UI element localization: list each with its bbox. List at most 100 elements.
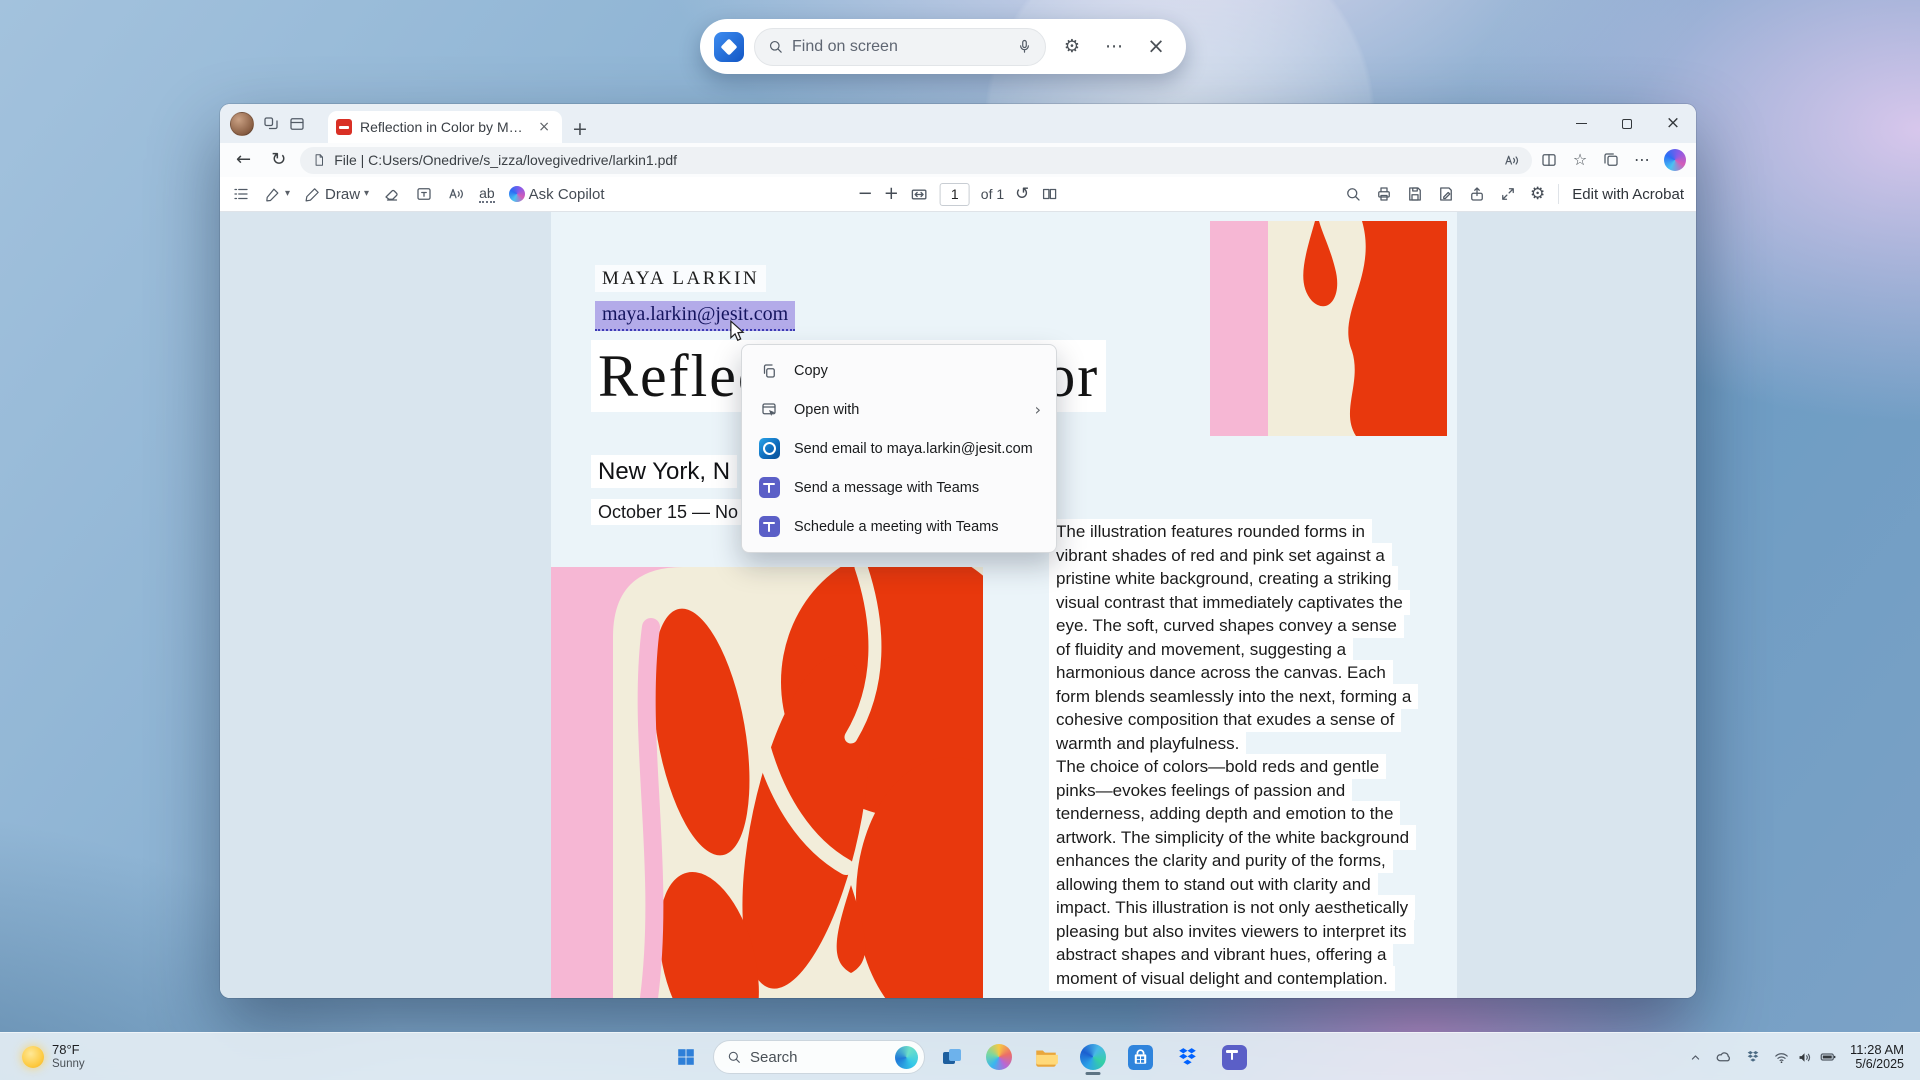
bing-icon: [895, 1046, 918, 1069]
page-count-label: of 1: [981, 186, 1004, 202]
pdf-toolbar: ▾ Draw ▾ ab Ask Copilot − +: [220, 177, 1696, 212]
find-search-input[interactable]: [792, 38, 1008, 56]
clock[interactable]: 11:28 AM 5/6/2025: [1844, 1042, 1912, 1073]
copilot-icon: [986, 1044, 1012, 1070]
doc-email-link[interactable]: maya.larkin@jesit.com: [595, 301, 795, 331]
settings-icon[interactable]: ⚙: [1056, 31, 1088, 63]
dropbox-tray-button[interactable]: [1740, 1040, 1766, 1074]
address-bar: ← ↻ File | C:Users/Onedrive/s_izza/loveg…: [220, 143, 1696, 177]
save-icon[interactable]: [1406, 185, 1424, 203]
text-tool-icon[interactable]: [415, 185, 433, 203]
spellcheck-button[interactable]: ab: [479, 185, 495, 203]
copilot-taskbar-button[interactable]: [979, 1037, 1019, 1077]
teams-icon: [759, 477, 780, 498]
copilot-mini-icon: [509, 186, 525, 202]
tray-chevron-button[interactable]: [1683, 1040, 1708, 1074]
copilot-icon[interactable]: [1664, 149, 1686, 171]
doc-paragraph-2: The choice of colors—bold reds and gentl…: [1049, 755, 1415, 990]
task-view-icon: [940, 1045, 964, 1069]
more-options-button[interactable]: ⋯: [1098, 31, 1130, 63]
zoom-out-button[interactable]: −: [858, 185, 873, 203]
new-tab-button[interactable]: +: [562, 116, 598, 143]
draw-label: Draw: [325, 186, 360, 203]
doc-location: New York, N: [591, 458, 737, 486]
taskbar-search[interactable]: Search: [713, 1040, 925, 1074]
search-icon: [767, 38, 784, 55]
profile-avatar[interactable]: [230, 112, 254, 136]
close-find-button[interactable]: ×: [1140, 31, 1172, 63]
maximize-button[interactable]: [1604, 104, 1650, 143]
eraser-icon[interactable]: [383, 185, 401, 203]
workspaces-icon[interactable]: [262, 115, 280, 133]
start-button[interactable]: [666, 1037, 706, 1077]
weather-condition: Sunny: [52, 1058, 85, 1071]
pdf-search-icon[interactable]: [1344, 185, 1362, 203]
browser-tab[interactable]: Reflection in Color by Maya Larkin ×: [328, 111, 562, 143]
tab-title: Reflection in Color by Maya Larkin: [360, 119, 526, 135]
share-icon[interactable]: [1468, 185, 1486, 203]
read-aloud-pdf-icon[interactable]: [447, 185, 465, 203]
battery-icon: [1819, 1048, 1837, 1066]
fit-width-icon[interactable]: [910, 185, 929, 204]
page-view-icon[interactable]: [1040, 185, 1058, 203]
menu-item-teams-meeting[interactable]: Schedule a meeting with Teams: [747, 507, 1051, 546]
read-aloud-icon[interactable]: [1503, 152, 1520, 169]
search-icon: [726, 1049, 742, 1065]
pen-tool-button[interactable]: ▾: [264, 186, 290, 203]
tab-close-button[interactable]: ×: [534, 118, 554, 136]
pdf-page: MAYA LARKIN maya.larkin@jesit.com Reflec…: [551, 212, 1457, 998]
wifi-icon: [1773, 1049, 1790, 1066]
find-search-field[interactable]: [754, 28, 1046, 66]
teams-taskbar-button[interactable]: [1214, 1037, 1254, 1077]
teams-icon: [759, 516, 780, 537]
back-button[interactable]: ←: [230, 149, 257, 171]
favorites-star-icon[interactable]: ☆: [1566, 146, 1594, 174]
chevron-down-icon: ▾: [364, 189, 369, 199]
pdf-settings-gear-icon[interactable]: ⚙: [1530, 186, 1545, 203]
clock-time: 11:28 AM: [1850, 1042, 1904, 1058]
doc-dates: October 15 — No: [591, 502, 745, 523]
toolbar-divider: [1558, 184, 1559, 204]
tab-actions-icon[interactable]: [288, 115, 306, 133]
close-window-button[interactable]: ×: [1650, 104, 1696, 143]
outlook-icon: [759, 438, 780, 459]
mic-icon[interactable]: [1016, 38, 1033, 55]
zoom-in-button[interactable]: +: [884, 185, 899, 203]
edge-taskbar-button[interactable]: [1073, 1037, 1113, 1077]
browser-more-button[interactable]: ⋯: [1628, 146, 1656, 174]
print-icon[interactable]: [1375, 185, 1393, 203]
draw-button[interactable]: Draw ▾: [304, 186, 369, 203]
dropbox-button[interactable]: [1167, 1037, 1207, 1077]
menu-item-copy[interactable]: Copy: [747, 351, 1051, 390]
file-explorer-button[interactable]: [1026, 1037, 1066, 1077]
windows-logo-icon: [675, 1046, 697, 1068]
collections-icon[interactable]: [1602, 151, 1620, 169]
fullscreen-icon[interactable]: [1499, 185, 1517, 203]
network-volume-battery-group[interactable]: [1768, 1040, 1842, 1074]
pen-icon: [264, 186, 281, 203]
rotate-button[interactable]: ↺: [1015, 186, 1029, 203]
file-explorer-icon: [1033, 1044, 1059, 1070]
url-field[interactable]: File | C:Users/Onedrive/s_izza/lovegived…: [300, 147, 1532, 174]
menu-item-teams-message[interactable]: Send a message with Teams: [747, 468, 1051, 507]
document-icon: [312, 153, 326, 167]
split-screen-icon[interactable]: [1540, 151, 1558, 169]
refresh-button[interactable]: ↻: [265, 149, 292, 171]
edit-with-acrobat-button[interactable]: Edit with Acrobat: [1572, 186, 1684, 203]
task-view-button[interactable]: [932, 1037, 972, 1077]
submenu-chevron-icon: ›: [1035, 402, 1041, 418]
page-number-input[interactable]: [940, 183, 970, 206]
save-as-icon[interactable]: [1437, 185, 1455, 203]
menu-item-send-email[interactable]: Send email to maya.larkin@jesit.com: [747, 429, 1051, 468]
toc-button[interactable]: [232, 185, 250, 203]
onedrive-tray-button[interactable]: [1710, 1040, 1738, 1074]
minimize-button[interactable]: [1558, 104, 1604, 143]
find-on-screen-logo-icon: [714, 32, 744, 62]
store-button[interactable]: [1120, 1037, 1160, 1077]
menu-item-open-with[interactable]: Open with ›: [747, 390, 1051, 429]
browser-titlebar: Reflection in Color by Maya Larkin × + ×: [220, 104, 1696, 143]
weather-widget[interactable]: 78°F Sunny: [14, 1033, 93, 1080]
doc-author: MAYA LARKIN: [595, 268, 766, 290]
pdf-favicon: [336, 119, 352, 135]
ask-copilot-button[interactable]: Ask Copilot: [509, 186, 605, 203]
